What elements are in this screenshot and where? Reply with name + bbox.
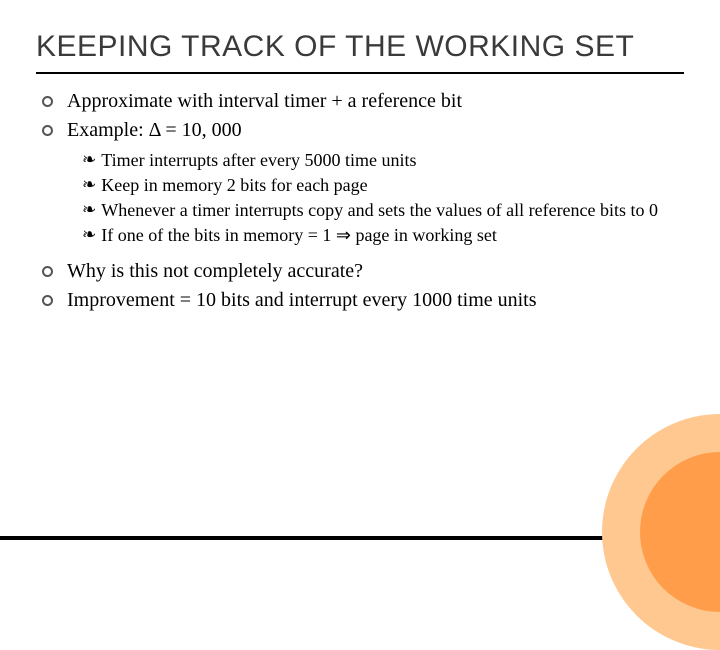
bullet-text: Example: Δ = 10, 000 [67,117,684,144]
slide-title: KEEPING TRACK OF THE WORKING SET [36,28,684,74]
quarter-circle-outer-icon [602,414,720,650]
bullet-item: Improvement = 10 bits and interrupt ever… [42,287,684,314]
bullet-item: Example: Δ = 10, 000 [42,117,684,144]
script-bullet-icon: ❧ [82,148,96,172]
script-bullet-icon: ❧ [82,173,96,197]
corner-decoration [602,414,720,532]
sub-bullet-list: ❧ Timer interrupts after every 5000 time… [82,148,684,248]
sub-bullet-item: ❧ If one of the bits in memory = 1 ⇒ pag… [82,223,684,247]
quarter-circle-inner-icon [640,452,720,612]
sub-bullet-item: ❧ Keep in memory 2 bits for each page [82,173,684,197]
sub-bullet-text: If one of the bits in memory = 1 ⇒ page … [101,223,684,247]
script-bullet-icon: ❧ [82,223,96,247]
sub-bullet-item: ❧ Timer interrupts after every 5000 time… [82,148,684,172]
bullet-item: Approximate with interval timer + a refe… [42,88,684,115]
circle-bullet-icon [42,125,53,136]
circle-bullet-icon [42,266,53,277]
bullet-text: Approximate with interval timer + a refe… [67,88,684,115]
sub-bullet-text: Keep in memory 2 bits for each page [101,173,684,197]
circle-bullet-icon [42,295,53,306]
sub-bullet-text: Timer interrupts after every 5000 time u… [101,148,684,172]
sub-bullet-text: Whenever a timer interrupts copy and set… [101,198,684,222]
bullet-text: Why is this not completely accurate? [67,258,684,285]
slide-content: Approximate with interval timer + a refe… [36,88,684,314]
sub-bullet-item: ❧ Whenever a timer interrupts copy and s… [82,198,684,222]
bullet-text: Improvement = 10 bits and interrupt ever… [67,287,684,314]
slide: KEEPING TRACK OF THE WORKING SET Approxi… [0,0,720,540]
bullet-item: Why is this not completely accurate? [42,258,684,285]
circle-bullet-icon [42,96,53,107]
script-bullet-icon: ❧ [82,198,96,222]
